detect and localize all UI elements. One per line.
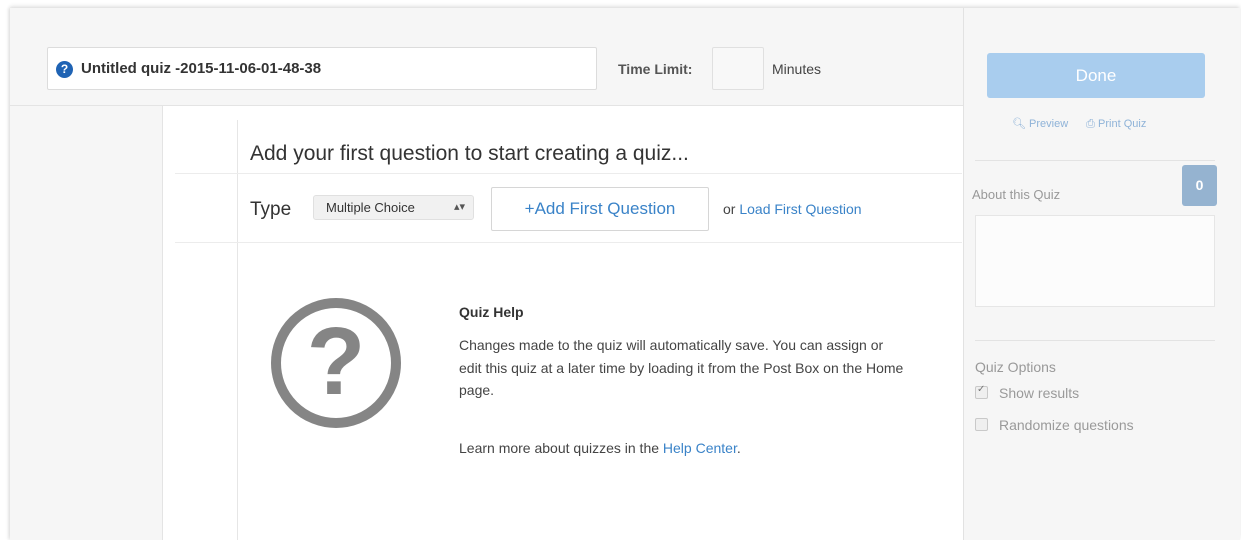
preview-label: Preview [1029,118,1069,130]
randomize-questions-checkbox[interactable] [975,418,988,431]
quiz-title-input[interactable]: ? Untitled quiz -2015-11-06-01-48-38 [47,47,597,90]
magnifier-icon: 🔍︎ [1012,118,1026,130]
section-divider [175,242,962,243]
add-first-question-button[interactable]: +Add First Question [491,187,709,231]
question-type-value: Multiple Choice [326,200,415,215]
panel-divider [975,340,1215,341]
quiz-options-label: Quiz Options [975,359,1056,375]
load-question-line: or Load First Question [723,201,862,217]
randomize-questions-option[interactable]: Randomize questions [975,417,1134,433]
show-results-checkbox[interactable] [975,384,988,399]
about-quiz-label: About this Quiz [972,187,1061,202]
print-quiz-link[interactable]: ⎙ Print Quiz [1086,118,1146,131]
section-divider [175,173,962,174]
minutes-label: Minutes [772,61,822,77]
about-count-badge: 0 [1182,165,1217,206]
help-center-link[interactable]: Help Center [663,440,737,456]
type-label: Type [250,199,292,220]
help-more-text: Learn more about quizzes in the [459,440,660,456]
question-type-select[interactable]: Multiple Choice ▴▾ [313,195,474,220]
time-limit-input[interactable] [712,47,764,90]
question-circle-icon: ? [56,61,73,78]
or-text: or [723,201,736,217]
quiz-help-title: Quiz Help [459,304,524,320]
help-question-icon: ? [271,298,401,428]
select-arrows-icon: ▴▾ [453,201,465,213]
content-divider [237,120,238,540]
done-button[interactable]: Done [987,53,1205,98]
about-quiz-textarea[interactable] [975,215,1215,307]
help-more-suffix: . [736,440,741,456]
quiz-actions: 🔍︎ Preview ⎙ Print Quiz [1012,117,1146,131]
quiz-help-body: Changes made to the quiz will automatica… [459,337,904,398]
load-first-question-link[interactable]: Load First Question [739,201,861,217]
time-limit-label: Time Limit: [618,61,693,77]
printer-icon: ⎙ [1086,118,1095,130]
help-center-line: Learn more about quizzes in the Help Cen… [459,440,741,456]
quiz-title-text: Untitled quiz -2015-11-06-01-48-38 [81,60,322,77]
print-quiz-label: Print Quiz [1098,118,1147,130]
preview-link[interactable]: 🔍︎ Preview [1012,117,1068,130]
left-sidebar [10,106,163,540]
page-title: Add your first question to start creatin… [250,142,689,165]
show-results-option[interactable]: Show results [975,384,1080,401]
panel-divider [975,160,1215,161]
show-results-label: Show results [999,385,1080,401]
randomize-questions-label: Randomize questions [999,417,1134,433]
